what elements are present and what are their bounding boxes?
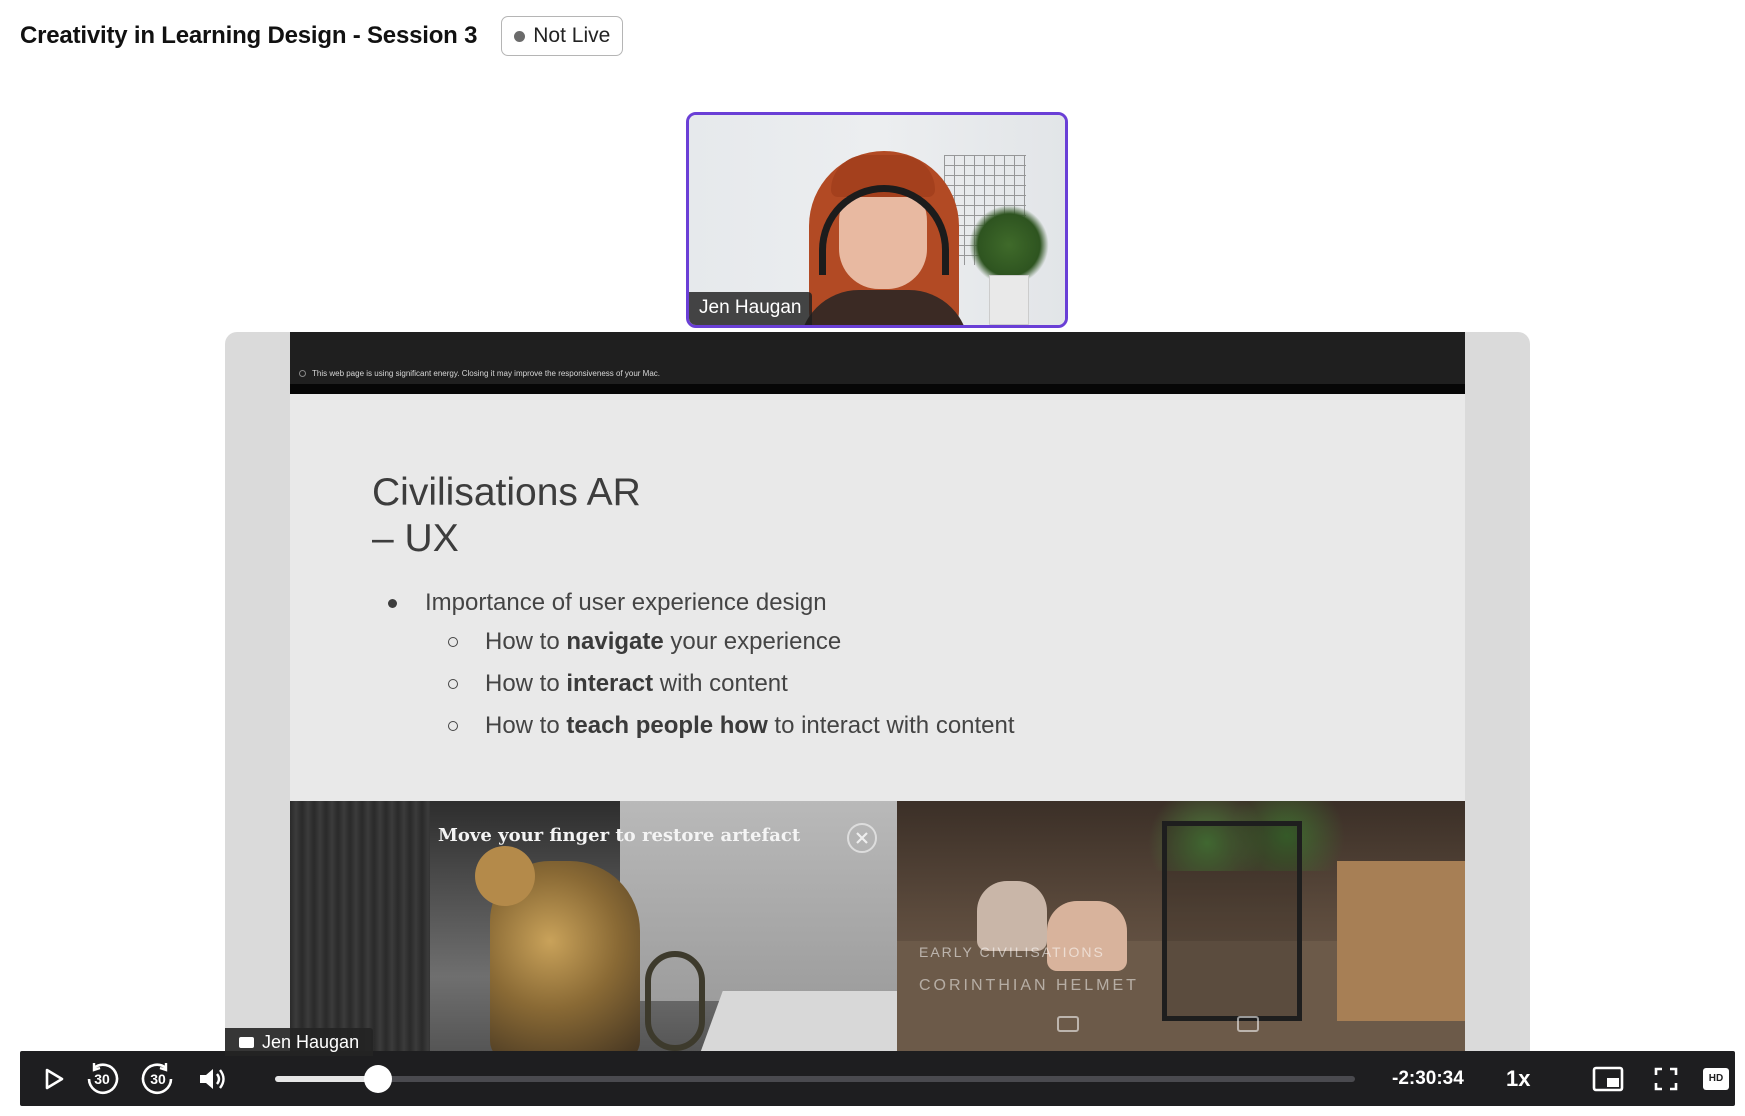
slide-bullets: Importance of user experience design How… bbox=[388, 585, 1015, 747]
status-dot-icon bbox=[514, 30, 526, 42]
skip-back-button[interactable]: 30 bbox=[82, 1051, 122, 1106]
slide-image-ar-artefact: Move your finger to restore artefact bbox=[290, 801, 897, 1052]
participant-video[interactable]: Jen Haugan bbox=[686, 112, 1068, 328]
sub-bullet-item: How to teach people how to interact with… bbox=[448, 705, 1015, 747]
quality-button[interactable]: HD bbox=[1700, 1051, 1732, 1106]
session-header: Creativity in Learning Design - Session … bbox=[20, 16, 624, 56]
hd-icon: HD bbox=[1703, 1067, 1729, 1090]
sub-bullet-item: How to interact with content bbox=[448, 663, 1015, 705]
participant-name-tag: Jen Haugan bbox=[689, 292, 813, 325]
time-remaining: -2:30:34 bbox=[1392, 1067, 1464, 1089]
ar-room-label-2: CORINTHIAN HELMET bbox=[919, 977, 1139, 994]
session-title: Creativity in Learning Design - Session … bbox=[20, 22, 478, 49]
session-recording-page: Creativity in Learning Design - Session … bbox=[0, 0, 1745, 1116]
sub-bullet-item: How to navigate your experience bbox=[448, 621, 1015, 663]
presenter-name-tag: Jen Haugan bbox=[225, 1028, 374, 1056]
bullet-dot-icon bbox=[388, 598, 397, 608]
fullscreen-button[interactable] bbox=[1646, 1051, 1686, 1106]
close-icon bbox=[847, 823, 877, 853]
progress-scrubber[interactable] bbox=[363, 1065, 392, 1093]
screen-share: This web page is using significant energ… bbox=[225, 332, 1530, 1052]
bullet-item: Importance of user experience design bbox=[388, 585, 1015, 621]
slide-image-ar-room: EARLY CIVILISATIONS CORINTHIAN HELMET bbox=[897, 801, 1465, 1052]
slide-title: Civilisations AR – UX bbox=[372, 471, 641, 560]
video-player-controls: 30 30 -2:30:34 1x HD bbox=[20, 1051, 1735, 1106]
presentation-slide: This web page is using significant energ… bbox=[290, 332, 1465, 1052]
notice-icon bbox=[299, 370, 306, 377]
status-badge-label: Not Live bbox=[533, 24, 611, 47]
play-icon bbox=[45, 1068, 64, 1089]
fast-forward-icon: 30 bbox=[141, 1062, 175, 1096]
ar-room-label-1: EARLY CIVILISATIONS bbox=[919, 944, 1105, 960]
play-button[interactable] bbox=[34, 1051, 74, 1106]
picture-in-picture-icon bbox=[1592, 1066, 1624, 1091]
skip-forward-button[interactable]: 30 bbox=[138, 1051, 178, 1106]
progress-bar[interactable] bbox=[275, 1065, 1355, 1093]
browser-notice-text: This web page is using significant energ… bbox=[312, 369, 661, 378]
picture-in-picture-button[interactable] bbox=[1586, 1051, 1630, 1106]
book-icon bbox=[1057, 1016, 1079, 1032]
rewind-icon: 30 bbox=[85, 1062, 119, 1096]
fullscreen-icon bbox=[1654, 1067, 1678, 1090]
sub-bullet-circle-icon bbox=[448, 679, 458, 689]
volume-button[interactable] bbox=[192, 1051, 232, 1106]
screen-share-icon bbox=[239, 1036, 254, 1048]
status-badge: Not Live bbox=[501, 16, 624, 56]
playback-speed-button[interactable]: 1x bbox=[1506, 1051, 1530, 1106]
sub-bullet-circle-icon bbox=[448, 721, 458, 731]
ar-overlay-text: Move your finger to restore artefact bbox=[438, 825, 801, 846]
progress-fill bbox=[275, 1076, 378, 1082]
sub-bullet-circle-icon bbox=[448, 637, 458, 647]
volume-icon bbox=[200, 1068, 225, 1089]
browser-notice-bar: This web page is using significant energ… bbox=[290, 332, 1465, 394]
camera-icon bbox=[1237, 1016, 1259, 1032]
